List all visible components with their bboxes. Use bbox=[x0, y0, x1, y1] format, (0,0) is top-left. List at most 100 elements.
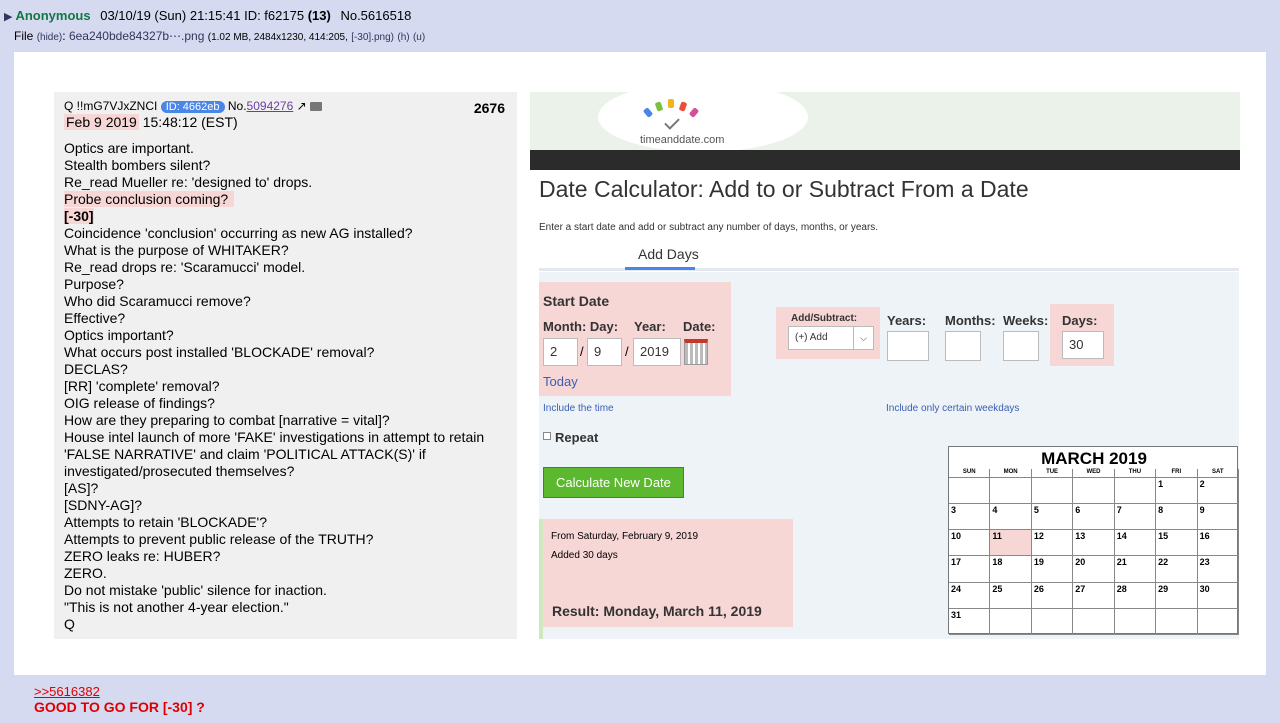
q-line: How are they preparing to combat [narrat… bbox=[64, 412, 390, 428]
calendar-day: 12 bbox=[1031, 530, 1074, 557]
years-input[interactable] bbox=[887, 331, 929, 361]
calendar-empty-cell bbox=[1073, 478, 1115, 505]
calendar-empty-cell bbox=[1031, 478, 1074, 505]
calendar-grid: SUN MON TUE WED THU FRI SAT 1 2 3 4 5 6 7 8 9 10 11 12 13 14… bbox=[949, 469, 1239, 635]
march-calendar: MARCH 2019 SUN MON TUE WED THU FRI SAT 1 2 3 4 5 6 7 8… bbox=[948, 446, 1239, 635]
q-line: Who did Scaramucci remove? bbox=[64, 293, 251, 309]
post-menu-arrow-icon[interactable]: ▶ bbox=[4, 11, 12, 23]
q-line: DECLAS? bbox=[64, 361, 128, 377]
file-u-link[interactable]: (u) bbox=[413, 32, 425, 43]
calendar-empty-cell bbox=[990, 608, 1032, 635]
q-date-highlight: Feb 9 2019 bbox=[64, 114, 139, 130]
calendar-day: 11 bbox=[990, 530, 1032, 557]
calendar-day: 1 bbox=[1156, 478, 1198, 505]
poster-id[interactable]: ID: f62175 bbox=[244, 8, 304, 23]
nav-bar bbox=[530, 150, 1240, 170]
q-line: Re_read drops re: 'Scaramucci' model. bbox=[64, 259, 306, 275]
calendar-title: MARCH 2019 bbox=[1041, 449, 1147, 468]
calendar-day: 10 bbox=[949, 530, 991, 557]
calendar-day: 31 bbox=[949, 608, 991, 635]
calendar-day: 26 bbox=[1031, 582, 1074, 609]
weeks-input[interactable] bbox=[1003, 331, 1039, 361]
calendar-empty-cell bbox=[990, 478, 1032, 505]
year-label: Year: bbox=[634, 319, 666, 334]
file-h-link[interactable]: (h) bbox=[397, 32, 409, 43]
day-input[interactable]: 9 bbox=[587, 338, 622, 366]
post-container: ▶ Anonymous 03/10/19 (Sun) 21:15:41 ID: f… bbox=[0, 0, 1280, 723]
quote-link[interactable]: >>5616382 bbox=[34, 684, 100, 699]
calendar-day: 24 bbox=[949, 582, 991, 609]
repeat-checkbox[interactable] bbox=[543, 432, 551, 440]
calendar-day: 20 bbox=[1073, 556, 1115, 583]
calendar-day: 14 bbox=[1114, 530, 1157, 557]
q-post-body: Optics are important. Stealth bombers si… bbox=[64, 140, 509, 633]
calendar-day-header: TUE bbox=[1031, 469, 1074, 478]
calendar-day: 27 bbox=[1073, 582, 1115, 609]
post-number[interactable]: No.5616518 bbox=[340, 8, 411, 23]
add-subtract-select[interactable]: (+) Add ⌵ bbox=[788, 326, 874, 350]
calendar-empty-cell bbox=[1114, 478, 1157, 505]
years-label: Years: bbox=[887, 313, 927, 328]
weeks-label: Weeks: bbox=[1003, 313, 1049, 328]
calendar-day: 30 bbox=[1197, 582, 1239, 609]
calendar-day: 28 bbox=[1114, 582, 1157, 609]
q-post-number: 5094276 bbox=[246, 99, 294, 113]
q-tripcode: Q !!mG7VJxZNCI bbox=[64, 99, 158, 113]
q-post-count: 2676 bbox=[473, 100, 505, 116]
add-subtract-label: Add/Subtract: bbox=[791, 313, 858, 324]
tab-active-underline bbox=[625, 267, 695, 270]
calendar-empty-cell bbox=[1197, 608, 1239, 635]
year-input[interactable]: 2019 bbox=[633, 338, 681, 366]
today-link[interactable]: Today bbox=[543, 374, 578, 389]
calendar-day: 16 bbox=[1197, 530, 1239, 557]
post-image[interactable]: Q !!mG7VJxZNCI ID: 4662eb No.5094276 ↗ 2… bbox=[14, 52, 1266, 675]
result-text: Result: Monday, March 11, 2019 bbox=[552, 603, 762, 619]
calendar-day-header: MON bbox=[990, 469, 1032, 478]
calendar-day: 21 bbox=[1114, 556, 1157, 583]
tab-add-days[interactable]: Add Days bbox=[638, 246, 699, 262]
calculator-subtitle: Enter a start date and add or subtract a… bbox=[539, 222, 879, 233]
external-link-icon: ↗ bbox=[296, 99, 307, 113]
q-line: Effective? bbox=[64, 310, 126, 326]
calendar-day-header: SUN bbox=[949, 469, 991, 478]
calendar-day: 5 bbox=[1031, 504, 1074, 531]
month-input[interactable]: 2 bbox=[543, 338, 578, 366]
q-line: Stealth bombers silent? bbox=[64, 157, 211, 173]
include-time-link[interactable]: Include the time bbox=[543, 403, 614, 414]
file-meta: (1.02 MB, 2484x1230, 414:205, bbox=[207, 32, 348, 43]
calendar-picker-icon[interactable] bbox=[684, 339, 708, 365]
logo-banner: timeanddate.com bbox=[530, 92, 1240, 152]
calendar-day: 17 bbox=[949, 556, 991, 583]
q-line: What occurs post installed 'BLOCKADE' re… bbox=[64, 344, 375, 360]
calendar-day-header: FRI bbox=[1156, 469, 1198, 478]
include-weekdays-link[interactable]: Include only certain weekdays bbox=[886, 403, 1019, 414]
months-input[interactable] bbox=[945, 331, 981, 361]
calculate-new-date-button[interactable]: Calculate New Date bbox=[543, 467, 684, 498]
calendar-day: 4 bbox=[990, 504, 1032, 531]
added-text: Added 30 days bbox=[551, 550, 618, 561]
q-line-highlight: [-30] bbox=[64, 208, 94, 224]
post-header: ▶ Anonymous 03/10/19 (Sun) 21:15:41 ID: f… bbox=[4, 8, 411, 23]
q-post-date: Feb 9 2019 15:48:12 (EST) bbox=[64, 114, 238, 130]
calendar-day-header: THU bbox=[1114, 469, 1157, 478]
days-input[interactable]: 30 bbox=[1062, 331, 1104, 359]
hide-file-link[interactable]: (hide) bbox=[37, 32, 63, 43]
calendar-day-header: WED bbox=[1073, 469, 1115, 478]
logo-text: timeanddate.com bbox=[640, 134, 725, 146]
calendar-empty-cell bbox=[1114, 608, 1157, 635]
calendar-empty-cell bbox=[949, 478, 991, 505]
start-date-label: Start Date bbox=[543, 293, 610, 309]
calendar-empty-cell bbox=[1031, 608, 1074, 635]
calendar-day: 8 bbox=[1156, 504, 1198, 531]
q-post-panel: Q !!mG7VJxZNCI ID: 4662eb No.5094276 ↗ 2… bbox=[54, 92, 517, 639]
calendar-day: 23 bbox=[1197, 556, 1239, 583]
file-info: File (hide): 6ea240bde84327b⋯.png (1.02 … bbox=[14, 29, 426, 43]
calendar-day: 9 bbox=[1197, 504, 1239, 531]
calendar-day: 2 bbox=[1197, 478, 1239, 505]
date-calculator-panel: timeanddate.com Date Calculator: Add to … bbox=[530, 92, 1240, 639]
calendar-day: 22 bbox=[1156, 556, 1198, 583]
calendar-empty-cell bbox=[1156, 608, 1198, 635]
file-alt-name-link[interactable]: [-30].png) bbox=[351, 32, 394, 43]
calendar-empty-cell bbox=[1073, 608, 1115, 635]
file-name-link[interactable]: 6ea240bde84327b⋯.png bbox=[69, 29, 204, 43]
